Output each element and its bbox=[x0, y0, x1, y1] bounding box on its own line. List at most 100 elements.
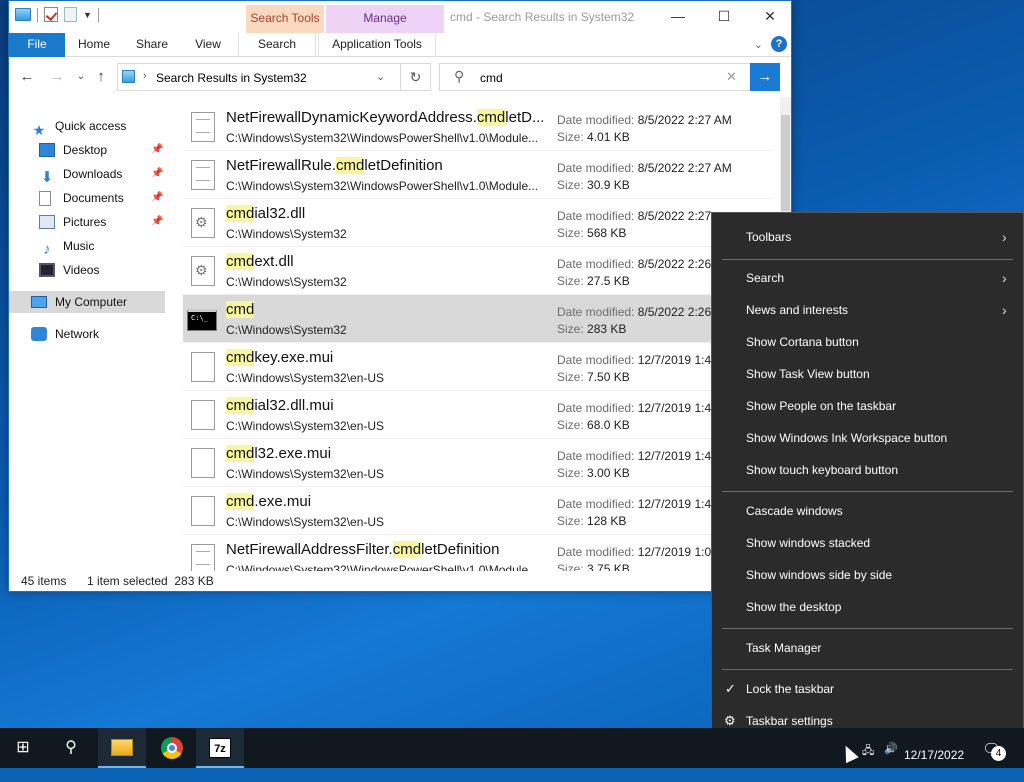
sidebar-item-label: Desktop bbox=[63, 143, 108, 157]
sidebar-item-label: Network bbox=[55, 327, 100, 341]
file-size: Size: 68.0 KB bbox=[557, 418, 630, 432]
volume-tray-icon[interactable]: 🔊 bbox=[884, 742, 898, 782]
minimize-button[interactable]: — bbox=[655, 1, 701, 31]
tab-application-tools[interactable]: Application Tools bbox=[318, 33, 436, 57]
tab-view[interactable]: View bbox=[183, 33, 233, 57]
file-size: Size: 3.00 KB bbox=[557, 466, 630, 480]
ribbon-right-controls: ⌄ ? bbox=[754, 36, 787, 52]
file-path: C:\Windows\System32\WindowsPowerShell\v1… bbox=[226, 563, 539, 571]
folder-icon[interactable] bbox=[15, 8, 31, 21]
menu-item-lock-taskbar[interactable]: ✓ Lock the taskbar bbox=[712, 674, 1023, 704]
sidebar-item-my-computer[interactable]: My Computer bbox=[9, 291, 165, 313]
tab-home[interactable]: Home bbox=[69, 33, 119, 57]
tab-search[interactable]: Search bbox=[238, 33, 316, 57]
list-item[interactable]: NetFirewallAddressFilter.cmdletDefinitio… bbox=[183, 535, 773, 571]
help-icon[interactable]: ? bbox=[771, 36, 787, 52]
navigation-bar: ← → ⌄ ↑ › Search Results in System32 ⌄ ↻… bbox=[9, 61, 791, 93]
list-item[interactable]: cmdial32.dll C:\Windows\System32 Date mo… bbox=[183, 199, 773, 247]
sidebar-item-downloads[interactable]: ⬇ Downloads 📌 bbox=[39, 163, 173, 186]
search-icon[interactable]: ⚲ bbox=[48, 728, 94, 768]
scrollbar-thumb[interactable] bbox=[781, 115, 790, 211]
pin-icon: 📌 bbox=[151, 216, 164, 227]
search-box[interactable]: ⚲ cmd ✕ bbox=[439, 63, 751, 91]
menu-item-show-touch-keyboard[interactable]: Show touch keyboard button bbox=[712, 455, 1023, 485]
search-go-button[interactable]: → bbox=[750, 63, 780, 91]
sidebar-item-pictures[interactable]: Pictures 📌 bbox=[39, 211, 173, 233]
list-item[interactable]: NetFirewallDynamicKeywordAddress.cmdletD… bbox=[183, 103, 773, 151]
address-bar[interactable]: › Search Results in System32 ⌄ ↻ bbox=[117, 63, 431, 91]
list-item[interactable]: NetFirewallRule.cmdletDefinition C:\Wind… bbox=[183, 151, 773, 199]
title-bar: ▼ Search Tools Manage cmd - Search Resul… bbox=[9, 1, 791, 33]
menu-item-show-desktop[interactable]: Show the desktop bbox=[712, 592, 1023, 622]
sidebar-item-music[interactable]: ♪ Music bbox=[39, 235, 94, 258]
menu-item-toolbars[interactable]: Toolbars › bbox=[712, 222, 1023, 252]
file-name: NetFirewallAddressFilter.cmdletDefinitio… bbox=[226, 541, 500, 558]
blank-file-icon bbox=[191, 400, 215, 430]
list-item-selected[interactable]: cmd C:\Windows\System32 Date modified: 8… bbox=[183, 295, 773, 343]
document-icon bbox=[191, 160, 215, 190]
pin-icon: 📌 bbox=[151, 168, 164, 179]
breadcrumb-chevron-icon[interactable]: › bbox=[143, 70, 147, 82]
address-path[interactable]: Search Results in System32 bbox=[156, 71, 307, 85]
list-item[interactable]: cmdl32.exe.mui C:\Windows\System32\en-US… bbox=[183, 439, 773, 487]
7zip-taskbar-button[interactable]: 7z bbox=[196, 728, 244, 768]
tab-file[interactable]: File bbox=[9, 33, 65, 57]
menu-item-show-windows-stacked[interactable]: Show windows stacked bbox=[712, 528, 1023, 558]
sidebar-item-documents[interactable]: Documents 📌 bbox=[39, 187, 173, 209]
clear-search-icon[interactable]: ✕ bbox=[726, 69, 737, 85]
item-count: 45 items bbox=[21, 574, 67, 588]
expand-ribbon-icon[interactable]: ⌄ bbox=[754, 38, 763, 51]
search-input[interactable]: cmd bbox=[480, 71, 503, 85]
recent-locations-icon[interactable]: ⌄ bbox=[71, 67, 91, 87]
maximize-button[interactable]: ☐ bbox=[701, 1, 747, 31]
sidebar-item-network[interactable]: Network bbox=[31, 323, 99, 345]
address-dropdown-icon[interactable]: ⌄ bbox=[376, 70, 385, 83]
back-arrow-icon[interactable]: ← bbox=[17, 67, 37, 87]
clock[interactable]: 12/17/2022 bbox=[904, 748, 964, 762]
divider bbox=[722, 259, 1013, 260]
menu-item-show-cortana[interactable]: Show Cortana button bbox=[712, 327, 1023, 357]
menu-item-show-ink-workspace[interactable]: Show Windows Ink Workspace button bbox=[712, 423, 1023, 453]
refresh-icon[interactable]: ↻ bbox=[400, 64, 430, 90]
file-size: Size: 7.50 KB bbox=[557, 370, 630, 384]
file-name: cmdial32.dll bbox=[226, 205, 306, 222]
menu-item-task-manager[interactable]: Task Manager bbox=[712, 633, 1023, 663]
forward-arrow-icon[interactable]: → bbox=[47, 67, 67, 87]
up-arrow-icon[interactable]: ↑ bbox=[91, 67, 111, 87]
menu-item-show-people[interactable]: Show People on the taskbar bbox=[712, 391, 1023, 421]
file-name: NetFirewallRule.cmdletDefinition bbox=[226, 157, 443, 174]
chrome-taskbar-button[interactable] bbox=[148, 728, 196, 768]
sidebar-item-label: Videos bbox=[63, 263, 100, 277]
list-item[interactable]: cmdial32.dll.mui C:\Windows\System32\en-… bbox=[183, 391, 773, 439]
sidebar-item-label: Downloads bbox=[63, 167, 123, 181]
start-button[interactable]: ⊞ bbox=[0, 728, 46, 768]
computer-icon bbox=[31, 296, 47, 308]
console-icon bbox=[187, 309, 217, 331]
network-tray-icon[interactable]: 🖧 bbox=[862, 742, 874, 782]
file-name: NetFirewallDynamicKeywordAddress.cmdletD… bbox=[226, 109, 544, 126]
menu-item-show-task-view[interactable]: Show Task View button bbox=[712, 359, 1023, 389]
customize-toolbar-icon[interactable]: ▼ bbox=[83, 10, 92, 20]
tab-share[interactable]: Share bbox=[127, 33, 177, 57]
close-button[interactable]: ✕ bbox=[747, 1, 793, 31]
menu-item-show-windows-side-by-side[interactable]: Show windows side by side bbox=[712, 560, 1023, 590]
sidebar-item-videos[interactable]: Videos bbox=[39, 259, 99, 281]
properties-icon[interactable] bbox=[44, 7, 58, 22]
new-folder-icon[interactable] bbox=[64, 7, 77, 22]
menu-item-search[interactable]: Search › bbox=[712, 263, 1023, 293]
manage-context-label: Manage bbox=[326, 5, 444, 33]
file-size: Size: 568 KB bbox=[557, 226, 627, 240]
list-item[interactable]: cmdext.dll C:\Windows\System32 Date modi… bbox=[183, 247, 773, 295]
date-modified: Date modified: 12/7/2019 1:49 bbox=[557, 401, 718, 415]
file-path: C:\Windows\System32 bbox=[226, 227, 347, 241]
document-icon bbox=[191, 112, 215, 142]
list-item[interactable]: cmd.exe.mui C:\Windows\System32\en-US Da… bbox=[183, 487, 773, 535]
file-explorer-taskbar-button[interactable] bbox=[98, 728, 146, 768]
list-item[interactable]: cmdkey.exe.mui C:\Windows\System32\en-US… bbox=[183, 343, 773, 391]
sidebar-item-quick-access[interactable]: ★ Quick access bbox=[31, 115, 127, 138]
menu-item-cascade-windows[interactable]: Cascade windows bbox=[712, 496, 1023, 526]
chrome-icon bbox=[161, 737, 183, 759]
file-path: C:\Windows\System32\en-US bbox=[226, 371, 385, 385]
menu-item-news-and-interests[interactable]: News and interests › bbox=[712, 295, 1023, 325]
sidebar-item-desktop[interactable]: Desktop 📌 bbox=[39, 139, 173, 161]
